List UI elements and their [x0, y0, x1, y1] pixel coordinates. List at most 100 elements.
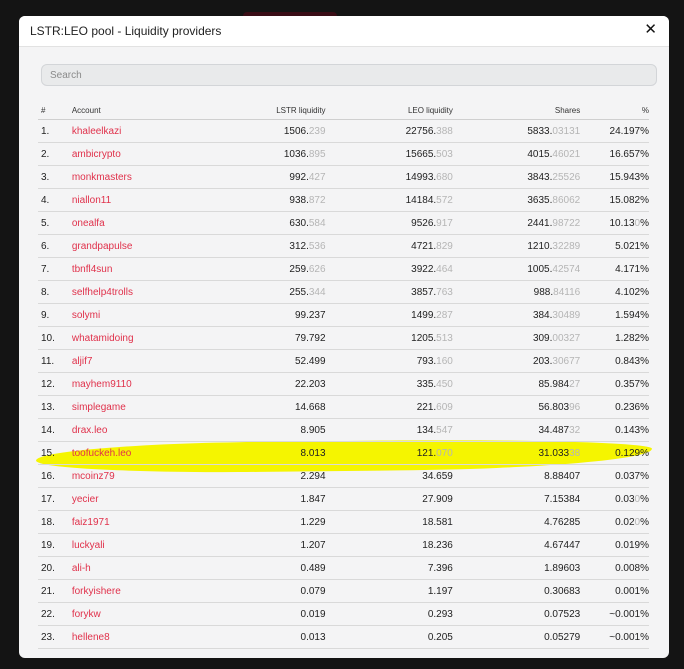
account-link-value[interactable]: solymi	[72, 310, 100, 321]
account-link[interactable]: luckyali	[71, 533, 212, 557]
percent-cell-value: 0.843%	[615, 355, 649, 367]
table-row: 3. monkmasters 992.427 14993.680 3843.25526 1…	[38, 165, 649, 189]
header-leo-liquidity[interactable]: LEO liquidity	[325, 101, 453, 120]
percent-cell-value: 0.03	[615, 493, 635, 505]
account-link[interactable]: onealfa	[71, 211, 212, 235]
account-link[interactable]: ambicrypto	[71, 142, 212, 166]
account-link-value[interactable]: ambicrypto	[72, 149, 121, 160]
row-number: 7.	[38, 257, 72, 281]
account-link[interactable]: yecier	[71, 487, 212, 511]
account-link[interactable]: whatamidoing	[71, 326, 212, 350]
lstr-liquidity-cell: 0.079	[211, 579, 326, 603]
table-row: 10. whatamidoing 79.792 1205.513 309.00327 1.…	[38, 326, 649, 350]
lstr-liquidity-cell-value: 79.792	[294, 332, 326, 344]
leo-liquidity-cell: 3857.763	[325, 280, 453, 304]
account-link[interactable]: faiz1971	[71, 510, 212, 534]
table-row: 23. hellene8 0.013 0.205 0.05279 ~0.001%	[38, 625, 649, 649]
row-number: 13.	[38, 395, 72, 419]
account-link[interactable]: hellene8	[71, 625, 212, 649]
account-link[interactable]: forykw	[71, 602, 212, 626]
account-link[interactable]: solymi	[71, 303, 212, 327]
search-input[interactable]	[41, 64, 657, 86]
shares-cell-value: 4.67447	[544, 539, 581, 551]
leo-liquidity-cell: 7.396	[325, 556, 453, 580]
percent-cell: 0.143%	[580, 418, 649, 442]
lstr-liquidity-cell: 1.207	[211, 533, 326, 557]
leo-liquidity-cell-value: 1499.	[411, 309, 437, 321]
row-number: 3.	[38, 165, 72, 189]
header-lstr-liquidity[interactable]: LSTR liquidity	[211, 101, 326, 120]
row-number-value: 9.	[41, 309, 50, 321]
row-number: 6.	[38, 234, 72, 258]
account-link[interactable]: toofuckeh.leo	[71, 441, 212, 465]
account-link[interactable]: simplegame	[71, 395, 212, 419]
account-link[interactable]: aljif7	[71, 349, 212, 373]
account-link[interactable]: drax.leo	[71, 418, 212, 442]
header-account[interactable]: Account	[71, 101, 212, 120]
close-icon[interactable]: ✕	[644, 22, 657, 38]
shares-cell: 988.84116	[452, 280, 581, 304]
row-number-value: 19.	[41, 539, 55, 551]
account-link-value[interactable]: niallon11	[72, 195, 111, 206]
leo-liquidity-cell-trailing-digits: 829	[436, 240, 453, 252]
row-number-value: 3.	[41, 171, 50, 183]
account-link-value[interactable]: toofuckeh.leo	[72, 448, 132, 459]
account-link-value[interactable]: ali-h	[72, 563, 91, 574]
lstr-liquidity-cell: 1036.895	[211, 142, 326, 166]
row-number: 11.	[38, 349, 72, 373]
account-link-value[interactable]: luckyali	[72, 540, 105, 551]
account-link[interactable]: ali-h	[71, 556, 212, 580]
account-link[interactable]: khaleelkazi	[71, 119, 212, 143]
account-link-value[interactable]: tbnfl4sun	[72, 264, 113, 275]
account-link-value[interactable]: forykw	[72, 609, 101, 620]
account-link[interactable]: grandpapulse	[71, 234, 212, 258]
lstr-liquidity-cell: 2.294	[211, 464, 326, 488]
row-number: 5.	[38, 211, 72, 235]
providers-table: # Account LSTR liquidity LEO liquidity S…	[38, 101, 649, 649]
table-row: 7. tbnfl4sun 259.626 3922.464 1005.42574 4.17…	[38, 257, 649, 281]
percent-cell: 0.020%	[580, 510, 649, 534]
shares-cell-value: 3843.	[527, 171, 553, 183]
leo-liquidity-cell: 18.581	[325, 510, 453, 534]
account-link[interactable]: tbnfl4sun	[71, 257, 212, 281]
header-shares[interactable]: Shares	[452, 101, 581, 120]
table-row: 14. drax.leo 8.905 134.547 34.48732 0.143%	[38, 418, 649, 442]
account-link-value[interactable]: aljif7	[72, 356, 93, 367]
leo-liquidity-cell: 9526.917	[325, 211, 453, 235]
account-link-value[interactable]: onealfa	[72, 218, 105, 229]
account-link-value[interactable]: hellene8	[72, 632, 110, 643]
account-link-value[interactable]: mayhem9110	[72, 379, 132, 390]
percent-cell: 0.030%	[580, 487, 649, 511]
shares-cell-value: 7.15384	[544, 493, 581, 505]
account-link-value[interactable]: simplegame	[72, 402, 126, 413]
account-link[interactable]: monkmasters	[71, 165, 212, 189]
account-link[interactable]: forkyishere	[71, 579, 212, 603]
account-link-value[interactable]: mcoinz79	[72, 471, 115, 482]
account-link-value[interactable]: yecier	[72, 494, 99, 505]
leo-liquidity-cell-trailing-digits: 572	[436, 194, 453, 206]
account-link-value[interactable]: monkmasters	[72, 172, 132, 183]
account-link-value[interactable]: selfhelp4trolls	[72, 287, 133, 298]
row-number-value: 11.	[41, 355, 55, 367]
account-link-value[interactable]: drax.leo	[72, 425, 108, 436]
leo-liquidity-cell-value: 335.	[416, 378, 437, 390]
lstr-liquidity-cell: 630.584	[211, 211, 326, 235]
account-link-value[interactable]: whatamidoing	[72, 333, 134, 344]
leo-liquidity-cell-value: 18.236	[422, 539, 453, 551]
lstr-liquidity-cell-value: 0.489	[300, 562, 326, 574]
header-percent[interactable]: %	[580, 101, 649, 120]
account-link[interactable]: selfhelp4trolls	[71, 280, 212, 304]
account-link-value[interactable]: grandpapulse	[72, 241, 133, 252]
account-link-value[interactable]: forkyishere	[72, 586, 121, 597]
account-link-value[interactable]: faiz1971	[72, 517, 110, 528]
shares-cell-value: 0.30683	[544, 585, 581, 597]
row-number: 19.	[38, 533, 72, 557]
percent-cell: 4.171%	[580, 257, 649, 281]
percent-cell-value: ~0.001%	[609, 608, 649, 620]
shares-cell: 3843.25526	[452, 165, 581, 189]
account-link[interactable]: mcoinz79	[71, 464, 212, 488]
account-link-value[interactable]: khaleelkazi	[72, 126, 121, 137]
shares-cell-value: 34.487	[538, 424, 570, 436]
account-link[interactable]: niallon11	[71, 188, 212, 212]
account-link[interactable]: mayhem9110	[71, 372, 212, 396]
